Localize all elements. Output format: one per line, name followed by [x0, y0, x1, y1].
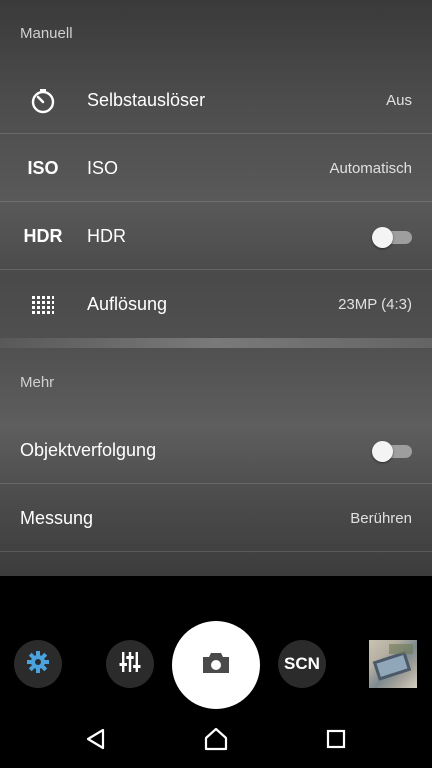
setting-value: Berühren	[350, 510, 412, 527]
toggle-knob	[372, 227, 393, 248]
camera-settings-panel: Manuell Selbstauslöser Aus ISO ISO Autom…	[0, 0, 432, 576]
setting-row-hdr[interactable]: HDR HDR	[0, 203, 432, 270]
shutter-button[interactable]	[172, 621, 260, 709]
setting-row-self-timer[interactable]: Selbstauslöser Aus	[0, 67, 432, 134]
back-triangle-icon	[85, 728, 107, 755]
setting-label: Selbstauslöser	[87, 90, 206, 110]
nav-recents-button[interactable]	[316, 724, 356, 758]
recents-square-icon	[326, 729, 346, 754]
setting-label: Messung	[20, 508, 94, 528]
hdr-icon: HDR	[23, 226, 63, 246]
toggle-knob	[372, 441, 393, 462]
nav-back-button[interactable]	[76, 724, 116, 758]
setting-value: Aus	[386, 92, 412, 109]
sliders-icon	[119, 651, 141, 678]
gear-icon	[26, 650, 50, 679]
timer-icon	[22, 67, 64, 134]
camera-icon	[201, 651, 231, 680]
setting-value: Automatisch	[329, 160, 412, 177]
setting-label: ISO	[87, 158, 119, 178]
setting-label: Objektverfolgung	[20, 440, 157, 460]
setting-row-resolution[interactable]: Auflösung 23MP (4:3)	[0, 271, 432, 338]
setting-row-object-tracking[interactable]: Objektverfolgung	[0, 417, 432, 484]
setting-row-iso[interactable]: ISO ISO Automatisch	[0, 135, 432, 202]
setting-row-metering[interactable]: Messung Berühren	[0, 485, 432, 552]
grid-dots-icon	[22, 271, 64, 338]
setting-label: Auflösung	[87, 294, 168, 314]
hdr-toggle[interactable]	[372, 227, 412, 248]
setting-value: 23MP (4:3)	[338, 296, 412, 313]
setting-label: HDR	[87, 226, 126, 246]
scene-mode-button[interactable]: SCN	[278, 640, 326, 688]
home-icon	[203, 727, 229, 756]
manual-mode-button[interactable]	[106, 640, 154, 688]
nav-home-button[interactable]	[196, 724, 236, 758]
object-tracking-toggle[interactable]	[372, 441, 412, 462]
settings-button[interactable]	[14, 640, 62, 688]
iso-icon: ISO	[27, 158, 59, 178]
section-label-manual: Manuell	[20, 25, 73, 42]
gallery-thumbnail[interactable]	[369, 640, 417, 688]
section-label-more: Mehr	[20, 374, 55, 391]
